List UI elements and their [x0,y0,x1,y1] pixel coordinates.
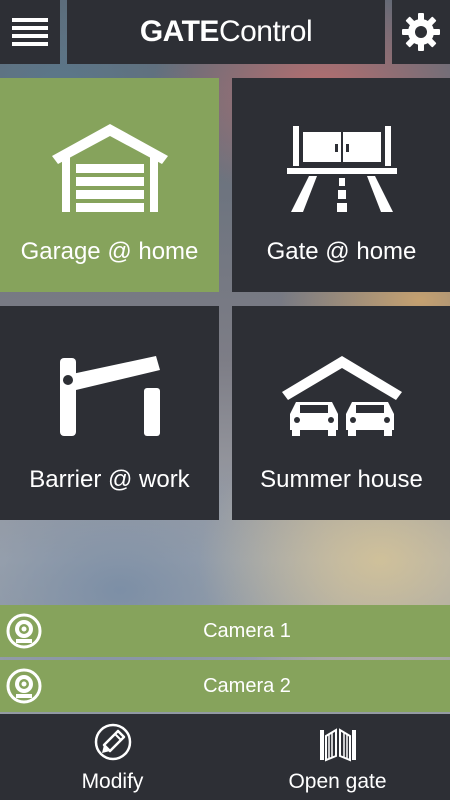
open-gate-label: Open gate [288,770,387,793]
settings-button[interactable] [392,0,450,64]
app-title: GATEControl [139,15,313,49]
barrier-icon [58,348,162,444]
top-bar: GATEControl [0,0,450,64]
app-title-bold: GATE [139,15,220,48]
tile-garage-home[interactable]: Garage @ home [0,78,219,292]
tile-label: Barrier @ work [29,466,190,493]
gate-open-icon [317,722,359,762]
tile-label: Garage @ home [20,238,199,265]
camera-row-1[interactable]: Camera 1 [0,605,450,657]
tile-barrier-work[interactable]: Barrier @ work [0,306,219,520]
bottom-bar: Modify Open gate [0,714,450,800]
menu-button[interactable] [0,0,60,64]
open-gate-button[interactable]: Open gate [225,714,450,800]
webcam-icon [6,613,42,649]
camera-label: Camera 1 [203,619,291,642]
tile-label: Gate @ home [266,238,417,265]
modify-label: Modify [81,770,144,793]
tile-summer-house[interactable]: Summer house [232,306,450,520]
pencil-icon [93,722,133,762]
camera-row-2[interactable]: Camera 2 [0,660,450,712]
tile-gate-home[interactable]: Gate @ home [232,78,450,292]
carport-icon [280,348,404,444]
hamburger-menu-icon [12,18,48,46]
gate-road-icon [286,120,397,216]
app-title-regular: Control [218,15,313,48]
gear-icon [402,13,440,51]
camera-label: Camera 2 [203,674,291,697]
webcam-icon [6,668,42,704]
modify-button[interactable]: Modify [0,714,225,800]
garage-icon [50,120,170,216]
tile-label: Summer house [260,466,423,493]
app-title-bar: GATEControl [67,0,385,64]
